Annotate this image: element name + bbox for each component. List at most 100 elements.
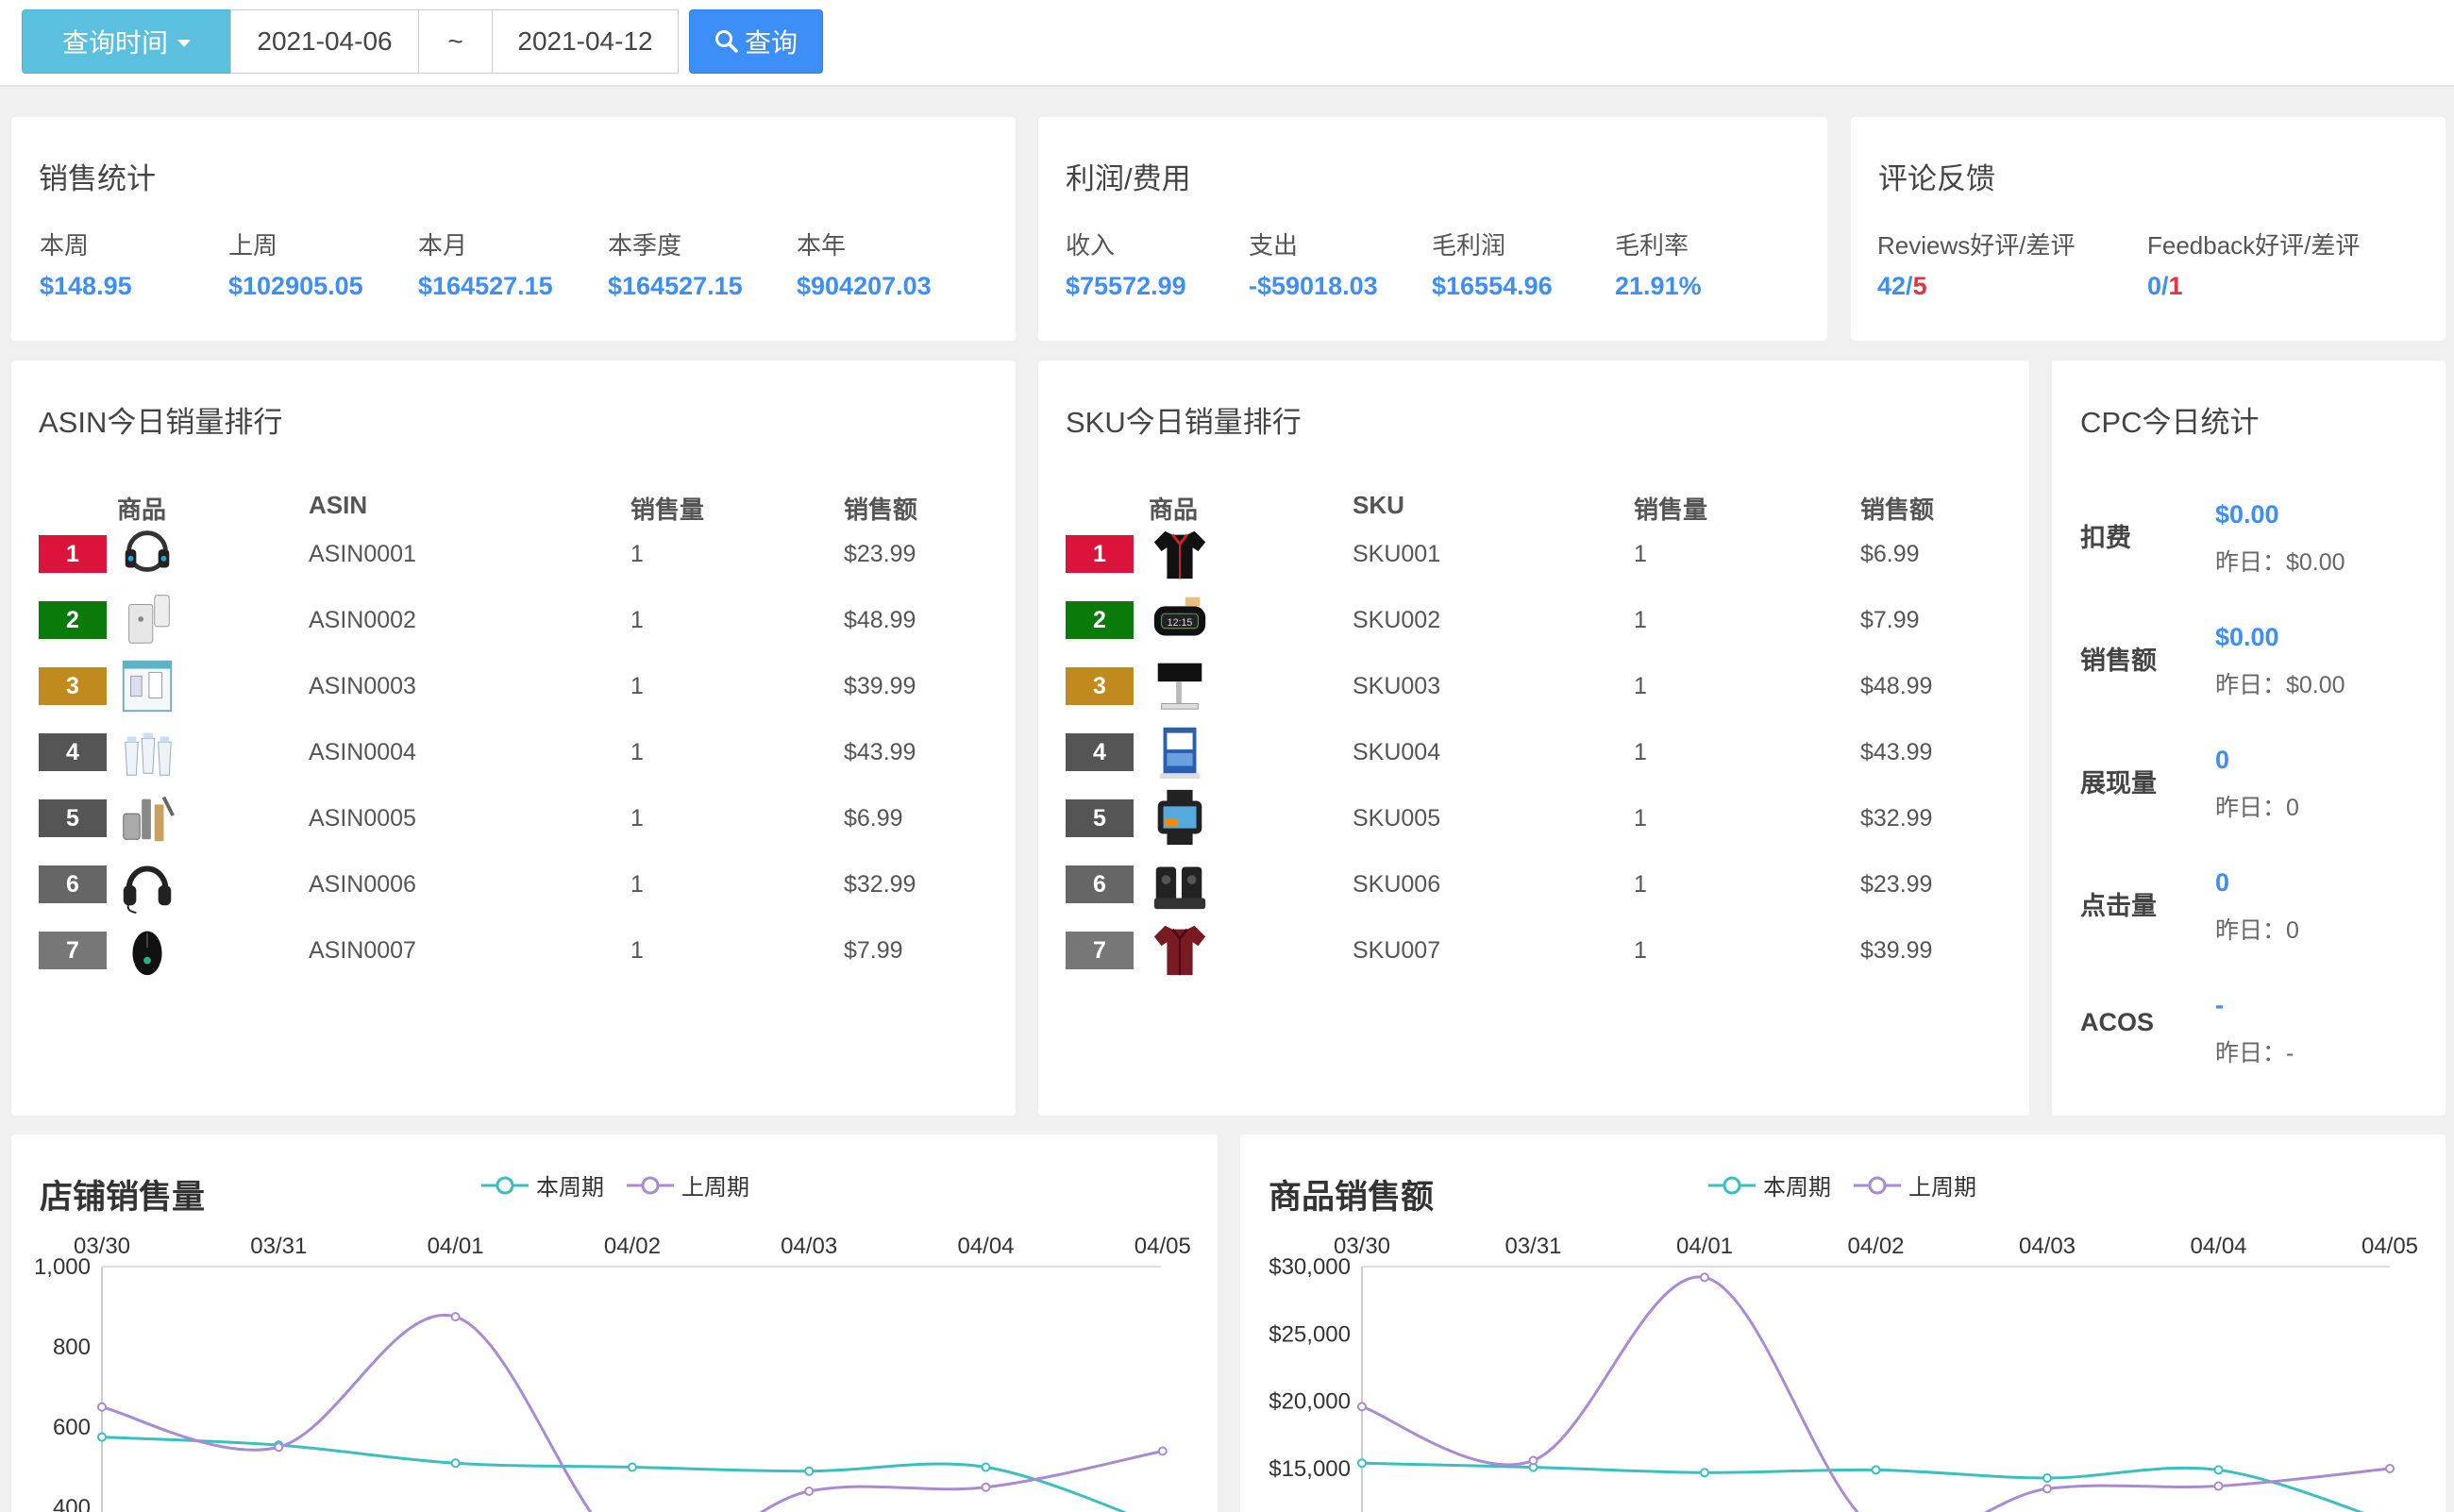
panel-title: 销售统计 xyxy=(39,162,156,195)
data-point[interactable] xyxy=(2385,1464,2395,1473)
data-point[interactable] xyxy=(97,1432,107,1442)
sales-amount: $23.99 xyxy=(844,541,916,567)
toolbar: 查询时间 2021-04-06 ~ 2021-04-12 查询 xyxy=(0,0,2454,87)
profit-panel: 利润/费用 收入 $75572.99 支出 -$59018.03 毛利润 $16… xyxy=(1038,117,1827,341)
stat-label-this-quarter: 本季度 xyxy=(608,231,682,260)
x-tick-label: 04/03 xyxy=(781,1234,837,1259)
data-point[interactable] xyxy=(2042,1472,2052,1483)
stat-value-gross-margin: 21.91% xyxy=(1615,272,1702,300)
stat-label-gross-profit: 毛利润 xyxy=(1432,231,1506,260)
product-id[interactable]: ASIN0003 xyxy=(309,673,416,700)
data-point[interactable] xyxy=(1357,1402,1367,1412)
rank-badge: 3 xyxy=(1066,667,1134,705)
product-id[interactable]: ASIN0002 xyxy=(309,607,416,634)
product-id[interactable]: SKU003 xyxy=(1353,673,1440,700)
charger-icon[interactable] xyxy=(1148,852,1212,915)
product-id[interactable]: ASIN0004 xyxy=(309,739,416,766)
package-icon[interactable] xyxy=(1148,720,1212,782)
product-id[interactable]: SKU002 xyxy=(1353,607,1440,634)
sales-qty: 1 xyxy=(630,541,644,567)
panel-title: 利润/费用 xyxy=(1066,162,1191,195)
data-point[interactable] xyxy=(981,1462,991,1472)
headphones-icon[interactable] xyxy=(115,852,179,915)
sales-qty: 1 xyxy=(1634,937,1647,964)
data-point[interactable] xyxy=(2213,1481,2224,1491)
sales-qty: 1 xyxy=(1634,805,1647,832)
chart-legend: 本周期 上周期 xyxy=(1708,1168,1999,1201)
tools-icon[interactable] xyxy=(115,786,179,848)
headset-icon[interactable] xyxy=(115,522,179,584)
product-id[interactable]: SKU007 xyxy=(1353,937,1440,965)
router-icon[interactable] xyxy=(115,588,179,650)
legend-item-current[interactable]: 本周期 xyxy=(1708,1168,1831,1201)
product-id[interactable]: SKU004 xyxy=(1353,739,1440,766)
data-point[interactable] xyxy=(1157,1446,1168,1456)
sales-qty: 1 xyxy=(630,871,644,898)
data-point[interactable] xyxy=(1357,1458,1367,1469)
data-point[interactable] xyxy=(2213,1465,2224,1475)
stat-value-this-month: $164527.15 xyxy=(418,272,553,300)
product-id[interactable]: ASIN0006 xyxy=(309,871,416,899)
shirt-icon[interactable] xyxy=(1148,522,1212,584)
legend-line-icon xyxy=(481,1176,529,1194)
sales-qty: 1 xyxy=(1634,673,1647,699)
product-id[interactable]: ASIN0007 xyxy=(309,937,416,965)
legend-item-previous[interactable]: 上周期 xyxy=(1854,1168,1976,1201)
feedback-value: 0/1 xyxy=(2147,272,2183,301)
bottles-icon[interactable] xyxy=(115,720,179,782)
data-point[interactable] xyxy=(1700,1272,1709,1283)
product-id[interactable]: SKU001 xyxy=(1353,541,1440,568)
sales-qty: 1 xyxy=(630,805,644,832)
monitor-mount-icon[interactable] xyxy=(1148,654,1212,716)
rank-badge: 3 xyxy=(39,667,107,705)
cpc-value-impressions: 0 xyxy=(2215,746,2230,774)
clock-icon[interactable]: 12:15 xyxy=(1148,588,1212,650)
data-point[interactable] xyxy=(274,1442,284,1453)
rank-badge: 6 xyxy=(1066,865,1134,903)
data-point[interactable] xyxy=(981,1482,991,1492)
sales-qty: 1 xyxy=(630,607,644,633)
column-header-amount: 销售额 xyxy=(1860,496,1935,524)
stat-value-last-week: $102905.05 xyxy=(228,272,363,300)
data-point[interactable] xyxy=(627,1462,637,1472)
data-point[interactable] xyxy=(804,1487,815,1496)
shirt-red-icon[interactable] xyxy=(1148,918,1212,981)
sales-qty: 1 xyxy=(630,937,644,964)
data-point[interactable] xyxy=(1528,1455,1538,1466)
panel-title: 评论反馈 xyxy=(1878,162,1995,195)
product-id[interactable]: SKU006 xyxy=(1353,871,1440,899)
data-point[interactable] xyxy=(804,1466,815,1476)
stat-label-last-week: 上周 xyxy=(228,231,278,260)
data-point[interactable] xyxy=(97,1402,107,1412)
panel-title: SKU今日销量排行 xyxy=(1066,406,1302,439)
y-tick-label: $25,000 xyxy=(1269,1321,1351,1347)
date-from-input[interactable]: 2021-04-06 xyxy=(230,9,419,74)
sales-qty: 1 xyxy=(630,673,644,699)
y-tick-label: 1,000 xyxy=(34,1254,91,1280)
smartwatch-icon[interactable] xyxy=(1148,786,1212,848)
data-point[interactable] xyxy=(274,1440,284,1451)
data-point[interactable] xyxy=(450,1458,461,1469)
date-to-input[interactable]: 2021-04-12 xyxy=(492,9,679,74)
series-line-previous xyxy=(101,1313,1164,1512)
feedback-label: Feedback好评/差评 xyxy=(2147,231,2361,260)
product-id[interactable]: ASIN0001 xyxy=(309,541,416,568)
data-point[interactable] xyxy=(450,1312,461,1322)
data-point[interactable] xyxy=(1528,1462,1538,1472)
x-tick-label: 03/31 xyxy=(250,1234,307,1259)
time-range-dropdown-button[interactable]: 查询时间 xyxy=(22,9,231,74)
box-icon[interactable] xyxy=(115,654,179,716)
data-point[interactable] xyxy=(1700,1468,1709,1478)
legend-label: 本周期 xyxy=(536,1175,604,1201)
mouse-icon[interactable] xyxy=(115,918,179,981)
sales-amount: $32.99 xyxy=(1860,805,1933,832)
data-point[interactable] xyxy=(2042,1484,2052,1494)
reviews-label: Reviews好评/差评 xyxy=(1877,231,2076,260)
legend-item-previous[interactable]: 上周期 xyxy=(627,1168,749,1201)
data-point[interactable] xyxy=(1871,1465,1881,1475)
product-id[interactable]: SKU005 xyxy=(1353,805,1440,832)
query-button[interactable]: 查询 xyxy=(689,9,823,74)
legend-item-current[interactable]: 本周期 xyxy=(481,1168,604,1201)
product-id[interactable]: ASIN0005 xyxy=(309,805,416,832)
sku-rank-panel: SKU今日销量排行 商品 SKU 销售量 销售额 1 SKU001 1 $6.99 2 1… xyxy=(1038,361,2029,1116)
